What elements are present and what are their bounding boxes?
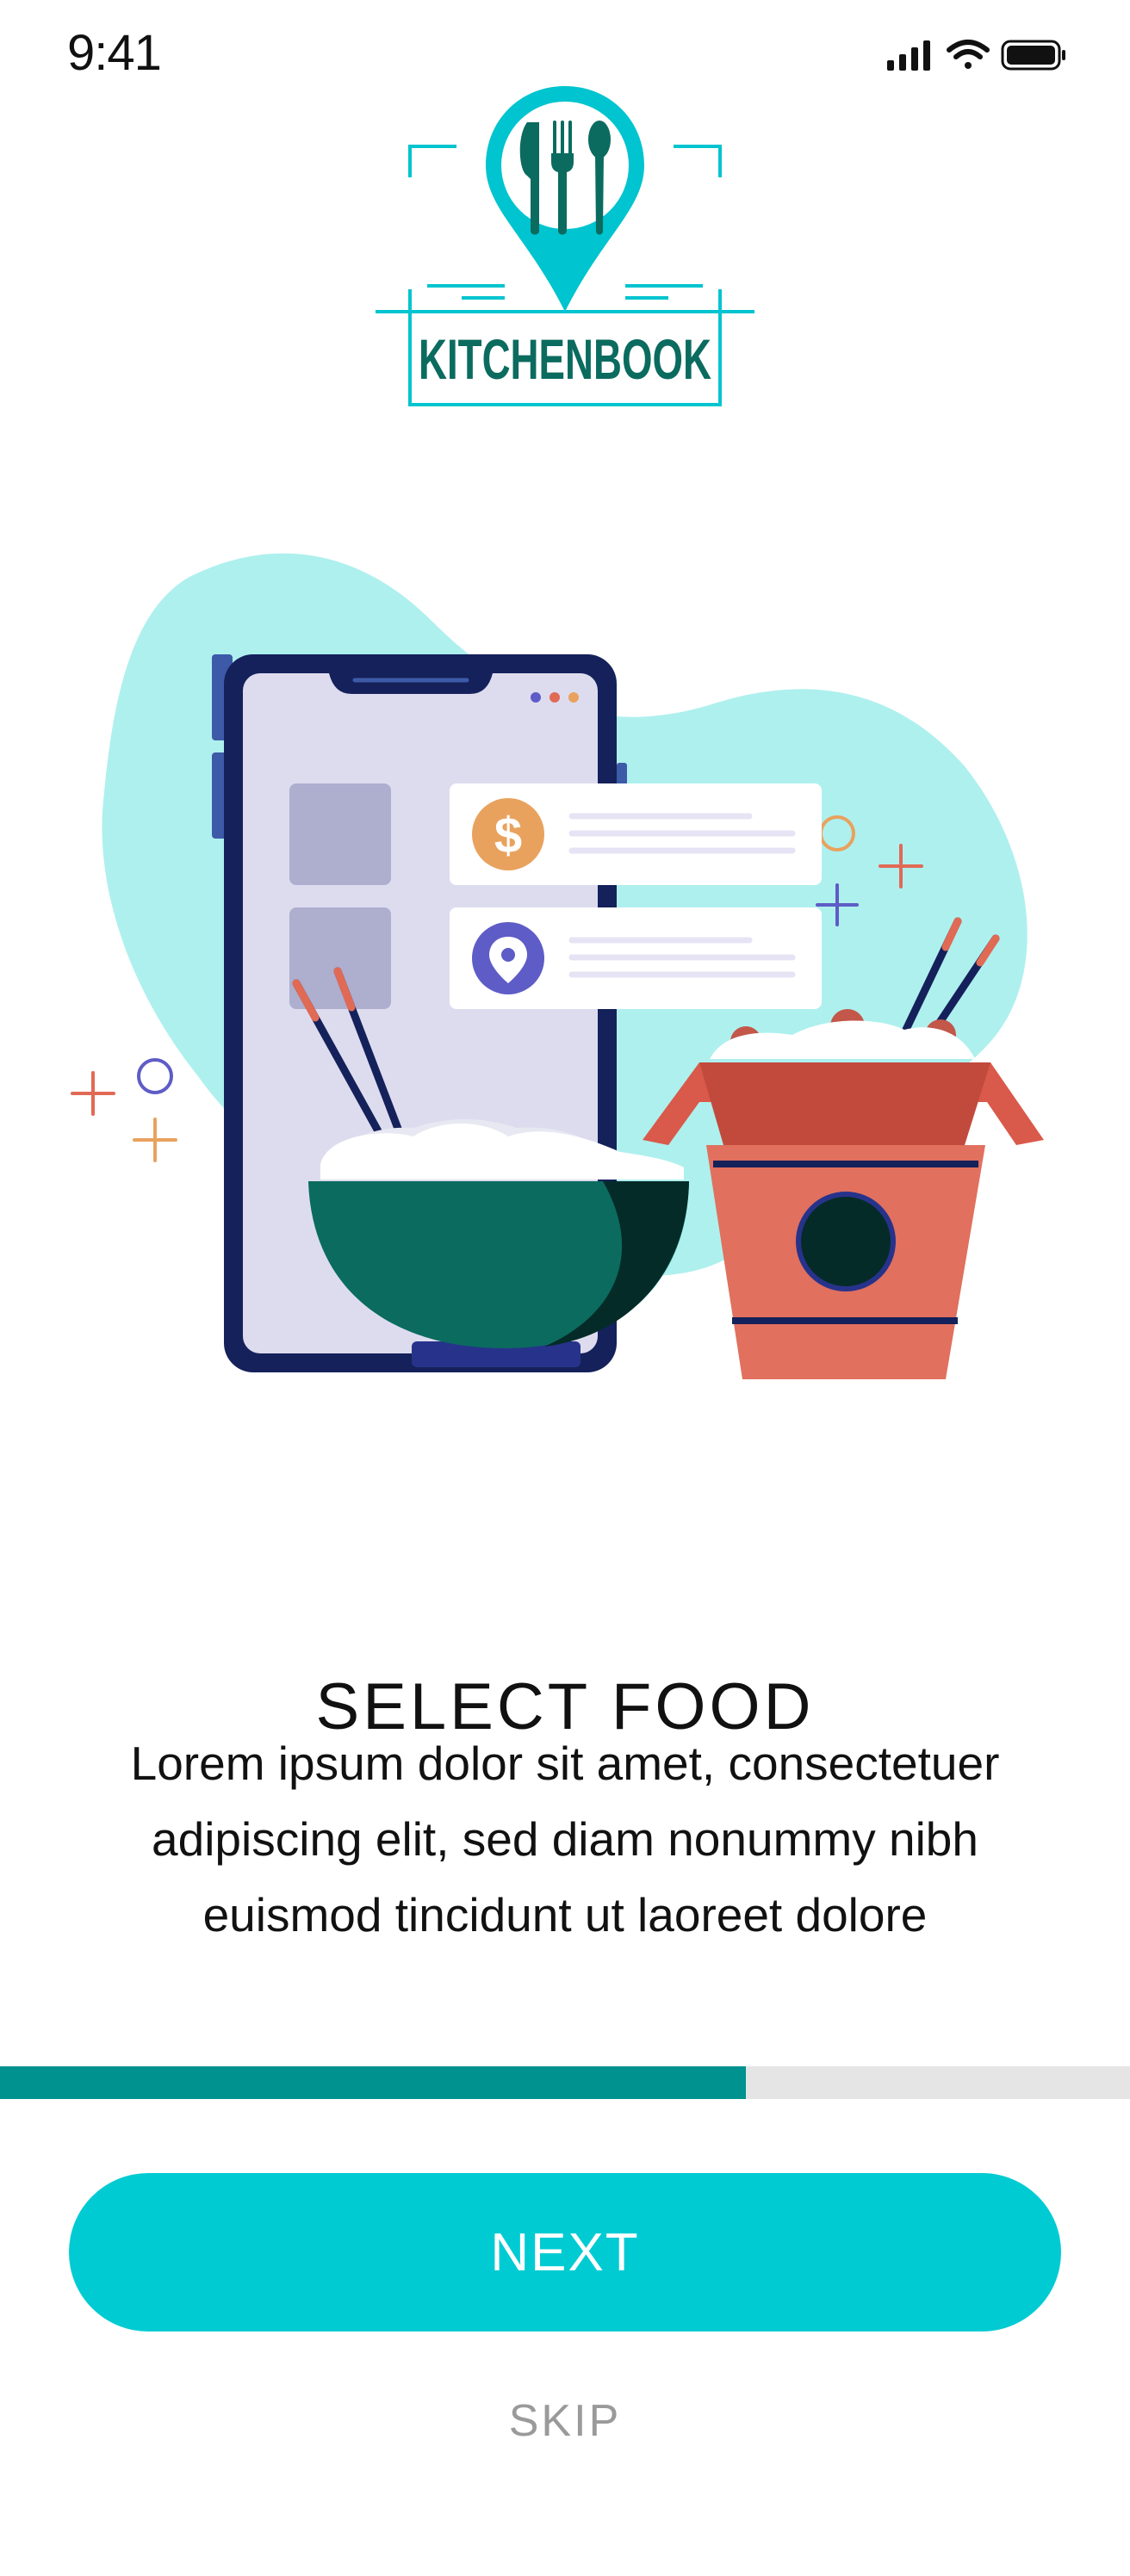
wifi-icon (947, 40, 990, 69)
location-card (450, 907, 822, 1009)
cellular-signal-icon (887, 40, 930, 71)
price-card: $ (450, 783, 822, 885)
description-line: adipiscing elit, sed diam nonummy nibh (152, 1812, 978, 1866)
status-icons (887, 40, 1065, 71)
next-button[interactable]: NEXT (69, 2173, 1061, 2331)
fork-knife-spoon-pin-icon (486, 86, 644, 312)
battery-icon (1001, 40, 1065, 71)
onboarding-progress-bar (0, 2066, 1130, 2099)
skip-button[interactable]: SKIP (0, 2395, 1130, 2447)
status-time: 9:41 (67, 25, 162, 81)
app-logo: KITCHENBOOK (376, 83, 754, 413)
svg-text:$: $ (494, 808, 522, 864)
description-line: euismod tincidunt ut laoreet dolore (202, 1888, 928, 1941)
page-description: Lorem ipsum dolor sit amet, consectetuer… (69, 1725, 1061, 1953)
progress-fill (0, 2066, 746, 2099)
hero-illustration: $ (52, 542, 1078, 1403)
logo-text: KITCHENBOOK (419, 327, 711, 391)
description-line: Lorem ipsum dolor sit amet, consectetuer (130, 1737, 1000, 1790)
